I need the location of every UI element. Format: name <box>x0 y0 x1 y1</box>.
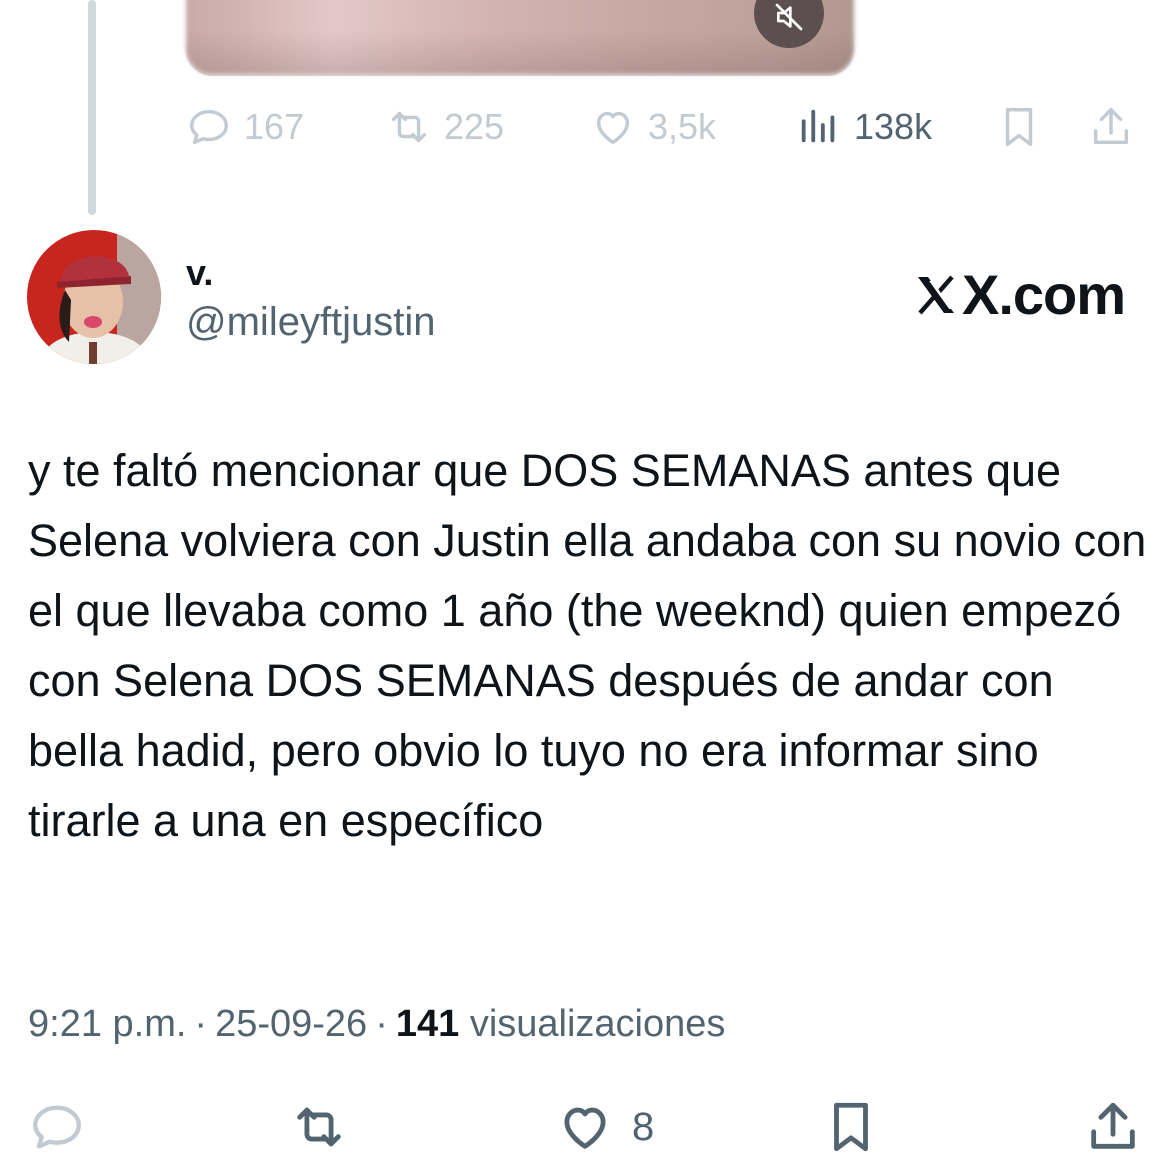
heart-icon <box>564 1107 606 1149</box>
avatar[interactable] <box>27 230 161 364</box>
like-stat[interactable]: 3,5k <box>590 104 716 150</box>
author-name[interactable]: v. <box>186 252 213 294</box>
views-stat[interactable]: 138k <box>796 104 932 150</box>
reply-stat[interactable]: 167 <box>186 104 304 150</box>
xcom-watermark-text: X.com <box>962 263 1126 326</box>
xcom-watermark: X.com <box>912 262 1126 327</box>
repost-stat[interactable]: 225 <box>386 104 504 150</box>
meta-separator: · <box>194 1003 208 1045</box>
author-handle[interactable]: @mileyftjustin <box>186 300 436 345</box>
share-button[interactable] <box>1088 104 1134 150</box>
tweet-time[interactable]: 9:21 p.m. <box>28 1003 186 1046</box>
x-logo-icon <box>918 275 954 314</box>
tweet-views-label: visualizaciones <box>469 1003 726 1045</box>
meta-separator: · <box>375 1003 388 1045</box>
repost-count: 225 <box>444 106 505 147</box>
video-thumbnail-shade <box>186 30 854 76</box>
tweet-date[interactable]: 25-09-26 <box>215 1003 367 1046</box>
share-icon <box>1091 1102 1135 1149</box>
mute-icon <box>775 3 803 31</box>
repost-icon <box>391 111 427 143</box>
comment-icon <box>33 1105 81 1149</box>
like-count: 3,5k <box>648 106 717 147</box>
bookmark-icon <box>834 1102 868 1152</box>
tweet-meta: 9:21 p.m. · 25-09-26 · 141 visualizacion… <box>28 1003 725 1046</box>
comment-icon <box>190 109 228 145</box>
bookmark-icon <box>1005 108 1033 146</box>
bookmark-button[interactable] <box>822 1098 880 1156</box>
views-count: 138k <box>854 106 933 147</box>
prev-tweet-stats: 167 225 3,5k 138k <box>0 104 1170 154</box>
repost-button[interactable] <box>290 1098 348 1156</box>
like-count: 8 <box>632 1104 655 1149</box>
bookmark-button[interactable] <box>996 104 1042 150</box>
share-button[interactable] <box>1084 1098 1142 1156</box>
views-chart-icon <box>801 109 835 143</box>
repost-icon <box>297 1107 341 1147</box>
like-button[interactable]: 8 <box>556 1098 654 1156</box>
tweet-text: y te faltó mencionar que DOS SEMANAS ant… <box>28 445 1147 846</box>
tweet-views-count: 141 <box>395 1003 460 1045</box>
heart-icon <box>596 111 630 145</box>
avatar-image <box>27 230 161 364</box>
share-icon <box>1093 108 1129 145</box>
reply-button[interactable] <box>28 1098 86 1156</box>
tweet-actions: 8 <box>0 1098 1170 1162</box>
reply-count: 167 <box>244 106 305 147</box>
